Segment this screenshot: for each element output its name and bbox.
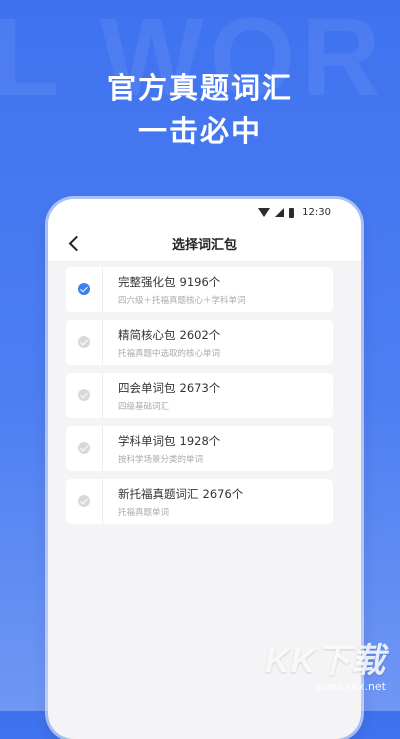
- divider: [102, 267, 103, 312]
- package-title: 完整强化包: [118, 275, 176, 289]
- checked-icon[interactable]: [78, 283, 90, 295]
- divider: [102, 320, 103, 365]
- package-count: 2673个: [179, 381, 221, 395]
- package-count: 1928个: [179, 434, 221, 448]
- package-item[interactable]: 精简核心包 2602个 托福真题中选取的核心单词: [66, 320, 333, 365]
- watermark: KK下载 www.kkx.net: [265, 633, 386, 693]
- status-bar: 12:30: [48, 199, 361, 225]
- package-title-row: 学科单词包 1928个: [118, 433, 220, 449]
- watermark-logo: KK下载: [264, 642, 386, 680]
- nav-bar: 选择词汇包: [48, 225, 361, 262]
- package-title-row: 四会单词包 2673个: [118, 380, 220, 396]
- package-count: 2602个: [179, 328, 221, 342]
- package-item[interactable]: 完整强化包 9196个 四六级＋托福真题核心＋学科单词: [66, 267, 333, 312]
- package-title-row: 完整强化包 9196个: [118, 274, 220, 290]
- package-description: 托福真题单词: [118, 508, 170, 518]
- battery-icon: [289, 207, 295, 218]
- wifi-icon: [258, 208, 271, 217]
- package-title: 学科单词包: [118, 434, 176, 448]
- headline-line-2: 一击必中: [137, 114, 262, 148]
- package-title: 四会单词包: [118, 381, 176, 395]
- package-count: 9196个: [179, 275, 221, 289]
- headline-line-1: 官方真题词汇: [106, 71, 293, 105]
- package-title-row: 新托福真题词汇 2676个: [118, 486, 243, 502]
- package-description: 四级基础词汇: [118, 402, 170, 412]
- package-item[interactable]: 新托福真题词汇 2676个 托福真题单词: [66, 479, 333, 524]
- unchecked-icon[interactable]: [78, 336, 90, 348]
- signal-icon: [275, 208, 285, 217]
- package-title: 新托福真题词汇: [118, 487, 199, 501]
- package-item[interactable]: 学科单词包 1928个 按科学场景分类的单词: [66, 426, 333, 471]
- package-list: 完整强化包 9196个 四六级＋托福真题核心＋学科单词 精简核心包 2602个 托福…: [66, 267, 333, 532]
- package-description: 四六级＋托福真题核心＋学科单词: [118, 296, 246, 306]
- divider: [102, 426, 103, 471]
- unchecked-icon[interactable]: [78, 495, 90, 507]
- package-title-row: 精简核心包 2602个: [118, 327, 220, 343]
- status-time: 12:30: [302, 207, 331, 218]
- package-description: 托福真题中选取的核心单词: [118, 349, 221, 359]
- divider: [102, 479, 103, 524]
- package-count: 2676个: [202, 487, 244, 501]
- unchecked-icon[interactable]: [78, 442, 90, 454]
- package-description: 按科学场景分类的单词: [118, 455, 204, 465]
- page-title: 选择词汇包: [171, 238, 237, 253]
- package-title: 精简核心包: [118, 328, 176, 342]
- divider: [102, 373, 103, 418]
- unchecked-icon[interactable]: [78, 389, 90, 401]
- status-icons: 12:30: [258, 206, 331, 219]
- package-item[interactable]: 四会单词包 2673个 四级基础词汇: [66, 373, 333, 418]
